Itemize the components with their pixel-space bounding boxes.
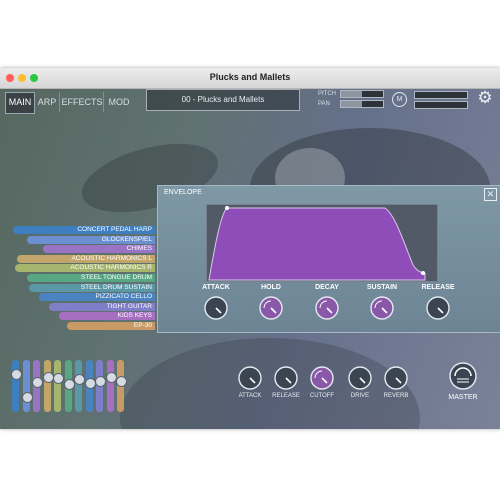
- close-icon[interactable]: ✕: [484, 188, 497, 201]
- pan-label: PAN: [318, 101, 330, 107]
- volume-fader[interactable]: [53, 360, 64, 412]
- pitch-slider-fill: [341, 91, 362, 97]
- tab-mod[interactable]: MOD: [105, 92, 133, 112]
- bottom-knob-attack[interactable]: [238, 366, 262, 390]
- tab-main[interactable]: MAIN: [5, 92, 35, 114]
- instrument-item[interactable]: KIDS KEYS: [59, 312, 155, 321]
- envelope-knob-sustain[interactable]: [370, 296, 394, 320]
- envelope-knob-attack[interactable]: [204, 296, 228, 320]
- pan-slider-fill: [341, 101, 362, 107]
- pan-slider[interactable]: [340, 100, 384, 108]
- instrument-item[interactable]: EP-30: [67, 322, 155, 330]
- fader-thumb[interactable]: [42, 372, 54, 384]
- preset-selector[interactable]: 00 - Plucks and Mallets: [146, 89, 300, 111]
- master-knob[interactable]: [449, 362, 477, 390]
- volume-fader[interactable]: [11, 360, 22, 412]
- volume-fader[interactable]: [95, 360, 106, 412]
- bottom-knob-label: RELEASE: [272, 393, 300, 399]
- volume-fader[interactable]: [21, 360, 33, 412]
- volume-fader[interactable]: [74, 360, 85, 412]
- instrument-item[interactable]: PIZZICATO CELLO: [39, 293, 155, 302]
- output-meter-left: [414, 91, 468, 99]
- attack-handle[interactable]: [225, 206, 229, 210]
- bottom-knob-release[interactable]: [274, 366, 298, 390]
- bottom-knob-reverb[interactable]: [384, 366, 408, 390]
- fader-thumb[interactable]: [53, 372, 64, 384]
- volume-fader[interactable]: [116, 360, 127, 412]
- title-bar: Plucks and Mallets: [0, 68, 500, 89]
- envelope-panel: ENVELOPE ✕ ATTACK HOLD DECAY SUSTAIN RELEASE: [157, 185, 500, 333]
- volume-fader[interactable]: [32, 360, 43, 412]
- bottom-knob-label: CUTOFF: [309, 393, 335, 399]
- output-meter-right: [414, 101, 468, 109]
- envelope-curve: [208, 206, 426, 281]
- fader-thumb[interactable]: [74, 373, 85, 385]
- envelope-knob-label: HOLD: [261, 284, 281, 291]
- envelope-knob-label: RELEASE: [421, 284, 455, 291]
- fader-thumb[interactable]: [63, 379, 75, 391]
- volume-fader[interactable]: [84, 360, 96, 412]
- instrument-item[interactable]: GLOCKENSPIEL: [27, 235, 155, 244]
- sustain-handle[interactable]: [421, 271, 425, 275]
- volume-fader[interactable]: [105, 360, 117, 412]
- tab-effects[interactable]: EFFECTS: [61, 92, 104, 112]
- pitch-label: PITCH: [318, 91, 336, 97]
- envelope-knob-label: DECAY: [315, 284, 339, 291]
- bottom-knob-label: REVERB: [383, 393, 409, 399]
- fader-thumb[interactable]: [84, 378, 96, 390]
- envelope-knob-label: SUSTAIN: [366, 284, 398, 291]
- envelope-knob-release[interactable]: [426, 296, 450, 320]
- bottom-knob-label: ATTACK: [238, 393, 262, 399]
- midi-learn-button[interactable]: M: [392, 92, 407, 107]
- instrument-item[interactable]: CHIMES: [43, 245, 155, 254]
- envelope-graph[interactable]: [206, 204, 438, 282]
- bottom-knob-drive[interactable]: [348, 366, 372, 390]
- instrument-item[interactable]: STEEL TONGUE DRUM: [27, 274, 155, 282]
- window-title: Plucks and Mallets: [209, 72, 291, 82]
- instrument-item[interactable]: CONCERT PEDAL HARP: [13, 226, 155, 234]
- instrument-item[interactable]: STEEL DRUM SUSTAIN: [29, 283, 155, 292]
- instrument-item[interactable]: TIGHT GUITAR: [49, 302, 155, 311]
- tab-arp[interactable]: ARP: [35, 92, 60, 112]
- envelope-knob-decay[interactable]: [315, 296, 339, 320]
- envelope-knob-hold[interactable]: [259, 296, 283, 320]
- pitch-slider[interactable]: [340, 90, 384, 98]
- gear-icon[interactable]: ⚙: [476, 89, 494, 107]
- volume-fader[interactable]: [63, 360, 75, 412]
- instrument-item[interactable]: ACOUSTIC HARMONICS L: [17, 254, 155, 263]
- instrument-item[interactable]: ACOUSTIC HARMONICS R: [15, 264, 155, 273]
- fader-thumb[interactable]: [105, 372, 117, 384]
- bottom-knob-cutoff[interactable]: [310, 366, 334, 390]
- envelope-knob-label: ATTACK: [202, 284, 230, 291]
- envelope-title: ENVELOPE: [164, 189, 202, 196]
- fader-thumb[interactable]: [21, 392, 33, 404]
- volume-fader[interactable]: [42, 360, 54, 412]
- master-label: MASTER: [448, 394, 478, 401]
- bottom-knob-label: DRIVE: [350, 393, 370, 399]
